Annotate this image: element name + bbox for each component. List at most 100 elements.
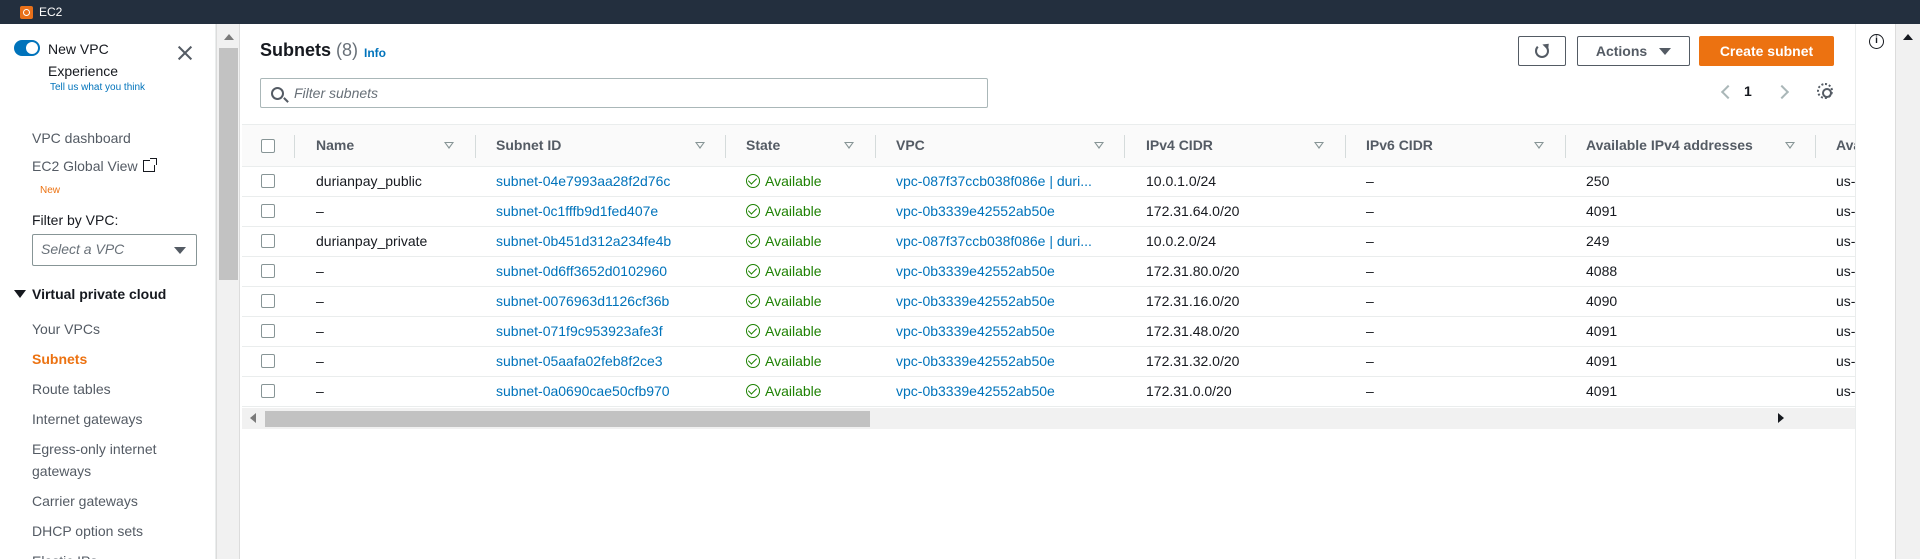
- scrollbar-thumb[interactable]: [265, 411, 870, 427]
- section-virtual-private-cloud[interactable]: Virtual private cloud: [14, 286, 166, 302]
- gear-icon[interactable]: [1817, 83, 1833, 99]
- sort-icon[interactable]: [444, 142, 454, 149]
- cell-vpc[interactable]: vpc-0b3339e42552ab50e: [896, 383, 1055, 399]
- scroll-up-arrow-icon[interactable]: [224, 34, 234, 40]
- sort-icon[interactable]: [1534, 142, 1544, 149]
- cell-subnet-id[interactable]: subnet-0b451d312a234fe4b: [496, 233, 671, 249]
- cell-vpc[interactable]: vpc-0b3339e42552ab50e: [896, 293, 1055, 309]
- vpc-filter-placeholder: Select a VPC: [41, 241, 125, 257]
- cell-subnet-id[interactable]: subnet-04e7993aa28f2d76c: [496, 173, 670, 189]
- table-row[interactable]: – subnet-0d6ff3652d0102960 Available vpc…: [242, 257, 1856, 287]
- cell-vpc[interactable]: vpc-0b3339e42552ab50e: [896, 263, 1055, 279]
- cell-name: –: [316, 353, 324, 369]
- row-checkbox[interactable]: [261, 384, 275, 398]
- info-link[interactable]: Info: [364, 46, 386, 60]
- sidebar-item-ec2-global-view[interactable]: EC2 Global View: [32, 158, 157, 174]
- cell-ipv6-cidr: –: [1366, 323, 1374, 339]
- scroll-left-arrow-icon[interactable]: [250, 413, 256, 423]
- sidebar-item-internet-gateways[interactable]: Internet gateways: [32, 408, 143, 430]
- filter-by-vpc-label: Filter by VPC:: [32, 212, 119, 228]
- refresh-button[interactable]: [1518, 36, 1566, 66]
- cell-vpc[interactable]: vpc-0b3339e42552ab50e: [896, 323, 1055, 339]
- cell-subnet-id[interactable]: subnet-0a0690cae50cfb970: [496, 383, 670, 399]
- filter-subnets-input[interactable]: [294, 85, 894, 101]
- cell-vpc[interactable]: vpc-087f37ccb038f086e | duri...: [896, 173, 1092, 189]
- next-page-icon[interactable]: [1774, 84, 1790, 100]
- cell-vpc[interactable]: vpc-0b3339e42552ab50e: [896, 353, 1055, 369]
- cell-subnet-id[interactable]: subnet-0076963d1126cf36b: [496, 293, 669, 309]
- sidebar-item-egress-only-internet-gateways[interactable]: Egress-only internet gateways: [32, 438, 182, 482]
- sidebar-item-route-tables[interactable]: Route tables: [32, 378, 111, 400]
- service-name[interactable]: EC2: [39, 5, 62, 19]
- sidebar-item-subnets[interactable]: Subnets: [32, 348, 87, 370]
- state-label: Available: [765, 173, 822, 189]
- sort-icon[interactable]: [844, 142, 854, 149]
- table-row[interactable]: – subnet-0c1fffb9d1fed407e Available vpc…: [242, 197, 1856, 227]
- row-checkbox[interactable]: [261, 294, 275, 308]
- column-header-ipv4-cidr[interactable]: IPv4 CIDR: [1146, 137, 1213, 153]
- cell-subnet-id[interactable]: subnet-05aafa02feb8f2ce3: [496, 353, 663, 369]
- new-badge: New: [40, 185, 61, 196]
- row-checkbox[interactable]: [261, 264, 275, 278]
- column-header-available-ipv4[interactable]: Available IPv4 addresses: [1586, 137, 1753, 153]
- table-horizontal-scrollbar[interactable]: [242, 408, 1856, 429]
- table-row[interactable]: – subnet-05aafa02feb8f2ce3 Available vpc…: [242, 347, 1856, 377]
- cell-subnet-id[interactable]: subnet-071f9c953923afe3f: [496, 323, 663, 339]
- sort-icon[interactable]: [1094, 142, 1104, 149]
- cell-subnet-id[interactable]: subnet-0c1fffb9d1fed407e: [496, 203, 658, 219]
- table-row[interactable]: – subnet-071f9c953923afe3f Available vpc…: [242, 317, 1856, 347]
- feedback-link[interactable]: Tell us what you think: [50, 82, 145, 93]
- scroll-right-arrow-icon[interactable]: [1778, 413, 1784, 423]
- sidebar-item-label: EC2 Global View: [32, 158, 138, 174]
- column-header-name[interactable]: Name: [316, 137, 354, 153]
- cell-subnet-id[interactable]: subnet-0d6ff3652d0102960: [496, 263, 667, 279]
- new-vpc-experience-toggle[interactable]: [14, 40, 40, 56]
- sidebar-item-dhcp-option-sets[interactable]: DHCP option sets: [32, 520, 143, 542]
- cell-vpc[interactable]: vpc-0b3339e42552ab50e: [896, 203, 1055, 219]
- check-circle-icon: [746, 174, 760, 188]
- sort-icon[interactable]: [1314, 142, 1324, 149]
- sort-icon[interactable]: [695, 142, 705, 149]
- actions-button[interactable]: Actions: [1577, 36, 1690, 66]
- previous-page-icon[interactable]: [1720, 84, 1736, 100]
- sidebar-item-your-vpcs[interactable]: Your VPCs: [32, 318, 100, 340]
- create-subnet-button[interactable]: Create subnet: [1699, 36, 1834, 66]
- filter-subnets-box[interactable]: [260, 78, 988, 108]
- cell-availability-zone: us-e: [1836, 383, 1856, 399]
- scroll-up-arrow-icon[interactable]: [1903, 34, 1913, 40]
- sidebar-item-vpc-dashboard[interactable]: VPC dashboard: [32, 130, 131, 146]
- cell-vpc[interactable]: vpc-087f37ccb038f086e | duri...: [896, 233, 1092, 249]
- row-checkbox[interactable]: [261, 324, 275, 338]
- column-header-state[interactable]: State: [746, 137, 780, 153]
- caret-down-icon: [174, 247, 186, 254]
- table-row[interactable]: – subnet-0a0690cae50cfb970 Available vpc…: [242, 377, 1856, 407]
- cell-name: durianpay_public: [316, 173, 422, 189]
- sidebar-item-elastic-ips[interactable]: Elastic IPs: [32, 550, 97, 559]
- column-header-availability-zone[interactable]: Ava: [1836, 137, 1856, 153]
- row-checkbox[interactable]: [261, 174, 275, 188]
- row-checkbox[interactable]: [261, 354, 275, 368]
- close-icon[interactable]: [176, 44, 194, 62]
- cell-available-ipv4: 4088: [1586, 263, 1618, 279]
- table-row[interactable]: durianpay_public subnet-04e7993aa28f2d76…: [242, 167, 1856, 197]
- sort-icon[interactable]: [1785, 142, 1795, 149]
- column-header-vpc[interactable]: VPC: [896, 137, 925, 153]
- cell-ipv6-cidr: –: [1366, 233, 1374, 249]
- table-row[interactable]: – subnet-0076963d1126cf36b Available vpc…: [242, 287, 1856, 317]
- select-all-checkbox[interactable]: [261, 139, 275, 153]
- row-checkbox[interactable]: [261, 234, 275, 248]
- check-circle-icon: [746, 264, 760, 278]
- sidebar-item-carrier-gateways[interactable]: Carrier gateways: [32, 490, 138, 512]
- info-icon[interactable]: i: [1869, 34, 1884, 49]
- scrollbar-thumb[interactable]: [219, 48, 238, 280]
- column-header-subnet-id[interactable]: Subnet ID: [496, 137, 561, 153]
- vpc-filter-select[interactable]: Select a VPC: [32, 234, 197, 266]
- sidebar-scrollbar[interactable]: [216, 24, 240, 559]
- page-number[interactable]: 1: [1744, 83, 1752, 99]
- column-header-ipv6-cidr[interactable]: IPv6 CIDR: [1366, 137, 1433, 153]
- sidebar: New VPC Experience Tell us what you thin…: [0, 24, 216, 559]
- page-scrollbar[interactable]: [1895, 24, 1920, 559]
- page-title: Subnets (8): [260, 40, 358, 61]
- table-row[interactable]: durianpay_private subnet-0b451d312a234fe…: [242, 227, 1856, 257]
- row-checkbox[interactable]: [261, 204, 275, 218]
